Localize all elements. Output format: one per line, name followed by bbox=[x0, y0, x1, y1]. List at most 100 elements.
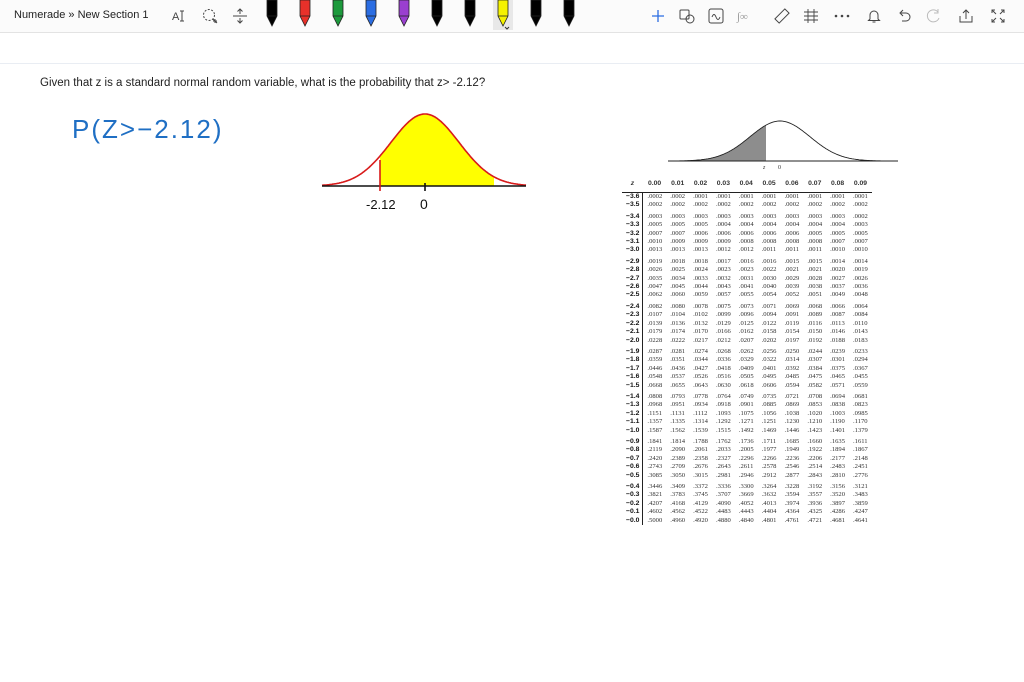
z-table-value-cell: .0778 bbox=[693, 392, 708, 400]
z-table-value-cell: .4483 bbox=[715, 508, 731, 516]
ruler-icon[interactable] bbox=[772, 6, 792, 26]
z-table-value-cell: .0089 bbox=[807, 311, 823, 319]
share-icon[interactable] bbox=[956, 6, 976, 26]
pen-black-icon[interactable] bbox=[262, 0, 282, 30]
z-table-value-cell: .0162 bbox=[738, 328, 754, 336]
svg-text:A: A bbox=[172, 11, 180, 23]
pen-green-icon[interactable] bbox=[328, 0, 348, 30]
z-table-value-cell: .0014 bbox=[853, 257, 868, 265]
z-table-value-cell: .4681 bbox=[830, 516, 846, 524]
more-options-icon[interactable] bbox=[832, 6, 852, 26]
canvas-page[interactable]: Given that z is a standard normal random… bbox=[0, 33, 1024, 682]
pen-blue-icon[interactable] bbox=[361, 0, 381, 30]
ink-to-math-icon[interactable]: ∫∞ bbox=[736, 6, 756, 26]
z-table-row: −2.0.0228 .0222 .0217 .0212 .0207 .0202 .0197.… bbox=[622, 336, 872, 345]
add-pen-icon[interactable] bbox=[648, 6, 668, 26]
z-table-value-cell: .0006 bbox=[693, 229, 708, 237]
z-table-z-cell: −1.4 bbox=[622, 389, 644, 402]
z-table-row: −3.4.0003.0003.0003.0003.0003.0003.0003.… bbox=[622, 209, 872, 222]
ink-to-shape-icon[interactable] bbox=[677, 6, 697, 26]
notifications-icon[interactable] bbox=[864, 6, 884, 26]
z-table-value-cell: .0087 bbox=[830, 311, 846, 319]
z-table-value-cell: .2810 bbox=[830, 471, 846, 479]
z-table-value-cell: .4207 bbox=[647, 499, 663, 507]
z-table-value-cell: .3897 bbox=[830, 499, 846, 507]
z-table-value-cell: .0838 bbox=[830, 401, 846, 409]
ink-to-text-icon[interactable] bbox=[706, 6, 726, 26]
z-table-value-cell: .1131 bbox=[670, 409, 685, 417]
z-table-value-cell: .2033 bbox=[715, 446, 731, 454]
z-table-value-cell: .0052 bbox=[784, 291, 800, 299]
insert-space-icon[interactable] bbox=[230, 6, 250, 26]
z-table-value-cell: .0643 bbox=[693, 381, 708, 389]
z-table-value-cell: .0526 bbox=[693, 373, 708, 381]
z-table-value-cell: .0054 bbox=[761, 291, 777, 299]
z-table-value-cell: .1635 bbox=[830, 437, 846, 445]
z-table-value-cell: .4522 bbox=[693, 508, 708, 516]
z-table-value-cell: .0003 bbox=[784, 212, 800, 220]
z-table-value-cell: .1587 bbox=[647, 426, 663, 434]
z-table-value-cell: .3300 bbox=[738, 483, 754, 490]
lasso-select-icon[interactable] bbox=[200, 6, 220, 26]
z-table-row: −0.9.1841 .1814 .1788 .1762 .1736 .1711 .1685.… bbox=[622, 434, 872, 447]
z-table-value-cell: .0011 bbox=[784, 246, 800, 254]
z-table-row: −2.8.0026 .0025 .0024 .0023 .0023 .0022 .0021.… bbox=[622, 266, 872, 275]
z-table-value-cell: .3336 bbox=[715, 483, 731, 490]
redo-icon[interactable] bbox=[924, 6, 944, 26]
z-table-z-cell: −2.3 bbox=[622, 311, 644, 320]
z-table-value-cell: .3783 bbox=[670, 491, 686, 499]
z-table-value-cell: .0885 bbox=[761, 401, 777, 409]
z-table-value-cell: .0045 bbox=[670, 283, 686, 291]
z-table-value-cell: .0002 bbox=[784, 201, 800, 209]
z-table-value-cell: .0008 bbox=[807, 238, 823, 246]
text-mode-icon[interactable]: A bbox=[170, 6, 190, 26]
z-table-value-cell: .0436 bbox=[670, 364, 686, 372]
z-table-value-cell: .0537 bbox=[670, 373, 686, 381]
z-table-value-cell: .0003 bbox=[670, 212, 686, 220]
z-table-value-cell: .2236 bbox=[784, 454, 800, 462]
z-table-value-cell: .0129 bbox=[715, 319, 731, 327]
z-table-value-cell: .0066 bbox=[830, 302, 846, 310]
z-table-z-cell: −0.1 bbox=[622, 508, 644, 517]
z-table-value-cell: .0158 bbox=[761, 328, 777, 336]
z-table-value-cell: .0099 bbox=[715, 311, 731, 319]
z-table-value-cell: .0314 bbox=[784, 356, 800, 364]
grid-lines-icon[interactable] bbox=[801, 6, 821, 26]
z-table-value-cell: .0064 bbox=[853, 302, 868, 310]
pen-black-2-icon[interactable] bbox=[427, 0, 447, 30]
undo-icon[interactable] bbox=[894, 6, 914, 26]
z-table-value-cell: .2148 bbox=[853, 454, 868, 462]
z-table-value-cell: .1075 bbox=[738, 409, 754, 417]
z-table-value-cell: .1711 bbox=[761, 437, 777, 445]
fullscreen-icon[interactable] bbox=[988, 6, 1008, 26]
z-table-value-cell: .0002 bbox=[761, 201, 777, 209]
z-table-value-cell: .3632 bbox=[761, 491, 777, 499]
z-table-z-cell: −0.0 bbox=[622, 516, 644, 526]
z-table-value-cell: .4880 bbox=[715, 516, 731, 524]
z-table-value-cell: .0023 bbox=[738, 266, 754, 274]
z-table-value-cell: .0094 bbox=[761, 311, 777, 319]
pen-black-5-icon[interactable] bbox=[559, 0, 579, 30]
z-table-value-cell: .0005 bbox=[647, 221, 663, 229]
z-table-value-cell: .0091 bbox=[784, 311, 800, 319]
z-table-value-cell: .0016 bbox=[738, 257, 754, 265]
z-table-value-cell: .0630 bbox=[715, 381, 731, 389]
z-table-value-cell: .0037 bbox=[830, 283, 846, 291]
highlighter-yellow-icon[interactable] bbox=[493, 0, 513, 30]
z-table-value-cell: .0179 bbox=[647, 328, 663, 336]
z-table-value-cell: .0041 bbox=[738, 283, 754, 291]
pen-black-3-icon[interactable] bbox=[460, 0, 480, 30]
pen-red-icon[interactable] bbox=[295, 0, 315, 30]
z-table-value-cell: .0268 bbox=[715, 347, 731, 355]
z-table-value-cell: .0040 bbox=[761, 283, 777, 291]
z-table-value-cell: .0110 bbox=[853, 319, 868, 327]
z-table-z-cell: −3.3 bbox=[622, 221, 644, 230]
z-table-value-cell: .2358 bbox=[693, 454, 708, 462]
pen-purple-icon[interactable] bbox=[394, 0, 414, 30]
z-table-value-cell: .4960 bbox=[670, 516, 686, 524]
z-table-row: −2.9.0019 .0018 .0018 .0017 .0016 .0016 .0015.… bbox=[622, 254, 872, 267]
breadcrumb[interactable]: Numerade » New Section 1 bbox=[14, 9, 149, 21]
z-table-z-cell: −3.4 bbox=[622, 209, 644, 222]
pen-black-4-icon[interactable] bbox=[526, 0, 546, 30]
z-table-value-cell: .0571 bbox=[830, 381, 846, 389]
